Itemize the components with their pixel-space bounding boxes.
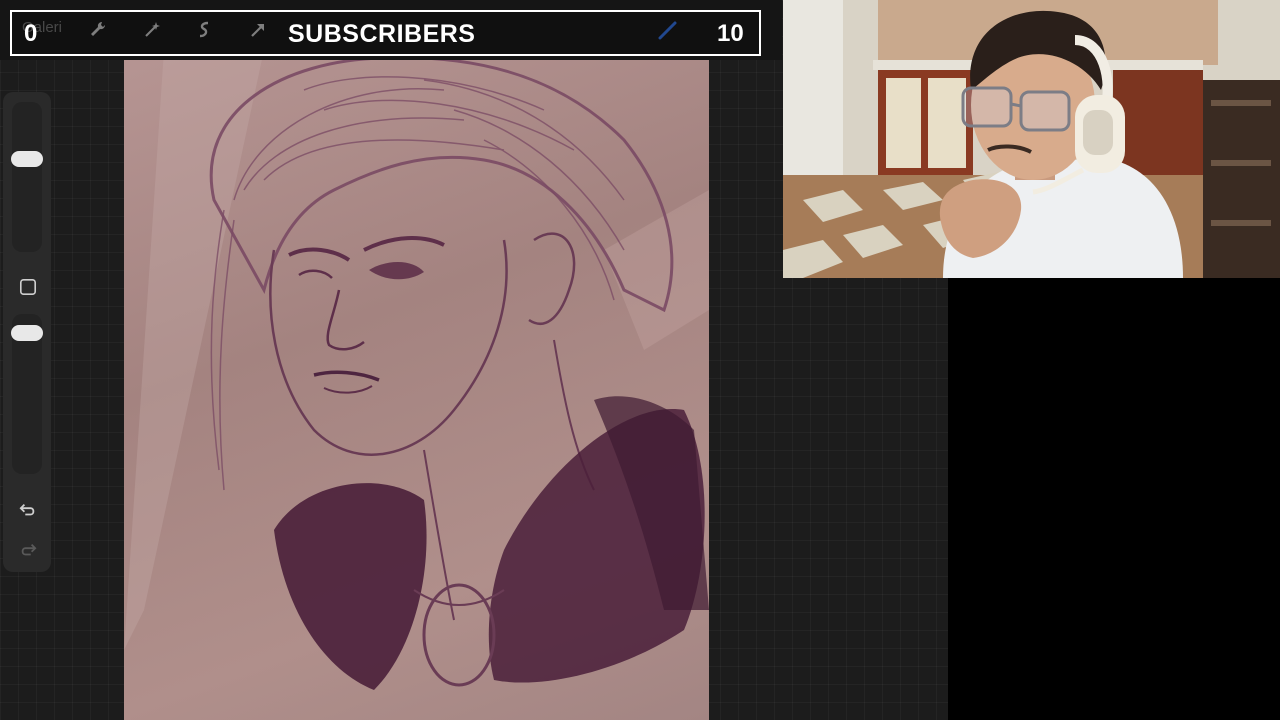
portrait-sketch — [124, 50, 709, 690]
square-modifier-icon[interactable] — [17, 276, 39, 298]
empty-black-area — [948, 278, 1280, 720]
undo-icon[interactable] — [17, 499, 39, 521]
left-sidebar — [3, 92, 51, 572]
brush-size-handle[interactable] — [11, 151, 43, 167]
redo-icon[interactable] — [17, 539, 39, 561]
webcam-feed — [783, 0, 1280, 278]
subscriber-title: SUBSCRIBERS — [288, 20, 476, 48]
brush-size-slider[interactable] — [12, 102, 42, 252]
subscriber-goal-count: 10 — [717, 20, 744, 47]
opacity-handle[interactable] — [11, 325, 43, 341]
streamer-camera-image — [783, 0, 1280, 278]
subscriber-start-count: 0 — [24, 20, 38, 47]
subscriber-banner: 0 SUBSCRIBERS 10 — [10, 10, 761, 56]
drawing-canvas[interactable] — [124, 50, 709, 720]
